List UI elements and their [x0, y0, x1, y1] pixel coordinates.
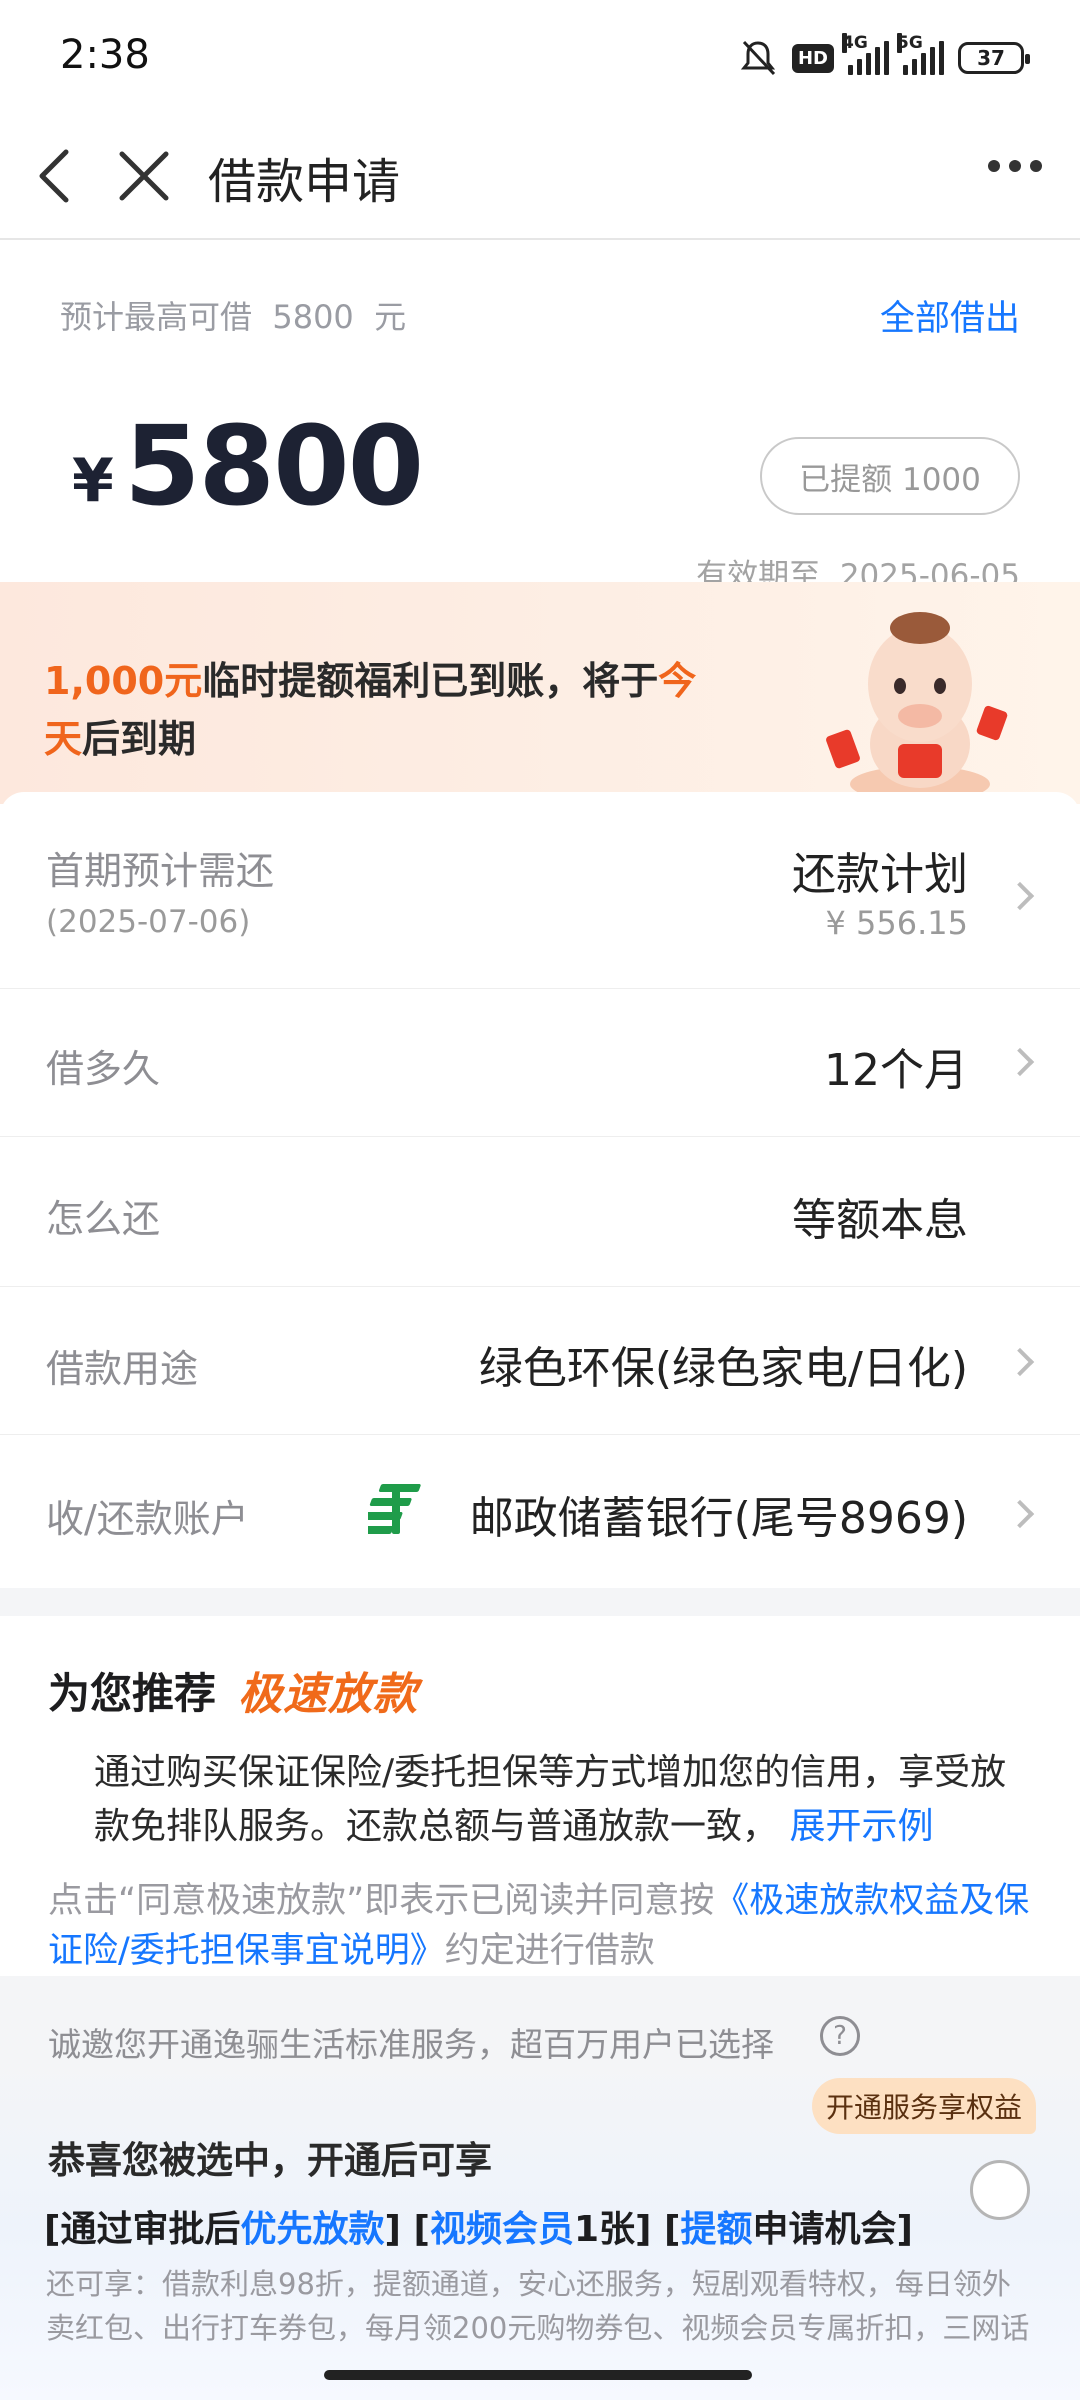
horse-mascot-icon	[826, 612, 1008, 802]
nav-bar: 借款申请	[0, 112, 1080, 240]
home-indicator[interactable]	[324, 2370, 752, 2380]
loan-details-card: 首期预计需还 (2025-07-06) 还款计划 ¥ 556.15 借多久 12…	[0, 792, 1080, 1588]
battery-icon: 37	[958, 42, 1030, 74]
raised-limit-badge[interactable]: 已提额 1000	[760, 437, 1020, 515]
mute-bell-icon	[740, 40, 776, 76]
repayment-plan-link[interactable]: 还款计划	[792, 838, 968, 902]
section-divider	[0, 1588, 1080, 1616]
recommend-title: 为您推荐	[48, 1669, 217, 1718]
chevron-right-icon	[1005, 881, 1035, 911]
service-invite-text: 诚邀您开通逸骊生活标准服务，超百万用户已选择	[48, 2025, 774, 2064]
repay-method-label: 怎么还	[46, 1197, 161, 1241]
term-row[interactable]: 借多久 12个月	[0, 988, 1080, 1137]
selected-title: 恭喜您被选中，开通后可享	[48, 2139, 492, 2182]
first-repayment-amount: ¥ 556.15	[825, 904, 969, 942]
first-repayment-date: (2025-07-06)	[46, 904, 251, 940]
postal-bank-logo-icon	[368, 1484, 421, 1534]
loan-purpose-row[interactable]: 借款用途 绿色环保(绿色家电/日化)	[0, 1286, 1080, 1435]
page-title: 借款申请	[208, 154, 401, 210]
status-time: 2:38	[60, 32, 150, 78]
first-repayment-label: 首期预计需还	[46, 849, 275, 893]
extra-benefits-text: 还可享：借款利息98折，提额通道，安心还服务，短剧观看特权，每日领外卖红包、出行…	[46, 2267, 1030, 2345]
loan-purpose-label: 借款用途	[46, 1347, 199, 1391]
first-repayment-row[interactable]: 首期预计需还 (2025-07-06) 还款计划 ¥ 556.15	[0, 792, 1080, 989]
chevron-right-icon	[1005, 1499, 1035, 1529]
term-value: 12个月	[824, 1045, 968, 1096]
account-row[interactable]: 收/还款账户 邮政储蓄银行(尾号8969)	[0, 1434, 1080, 1588]
hd-icon: HD	[791, 43, 834, 73]
loan-purpose-value: 绿色环保(绿色家电/日化)	[478, 1343, 968, 1394]
service-benefit-badge: 开通服务享权益	[812, 2078, 1036, 2134]
signal-5g-icon: 5G	[897, 33, 944, 75]
service-opt-in-radio[interactable]	[970, 2160, 1030, 2220]
back-icon[interactable]	[34, 146, 74, 206]
temp-limit-banner[interactable]: 1,000元临时提额福利已到账，将于今天后到期	[0, 582, 1080, 804]
borrow-all-button[interactable]: 全部借出	[880, 290, 1020, 341]
more-icon[interactable]	[988, 160, 1042, 172]
max-limit-hint: 预计最高可借 5800 元	[60, 298, 407, 336]
banner-text: 1,000元临时提额福利已到账，将于今天后到期	[44, 659, 697, 761]
repay-method-value: 等额本息	[792, 1195, 968, 1246]
agreement-text: 点击“同意极速放款”即表示已阅读并同意按《极速放款权益及保证险/委托担保事宜说明…	[48, 1881, 1030, 1971]
term-label: 借多久	[46, 1047, 161, 1091]
loan-amount-input[interactable]: 5800	[124, 402, 424, 530]
help-icon[interactable]: ?	[820, 2016, 860, 2056]
signal-4g-icon: 4G	[842, 33, 889, 75]
fast-loan-tag: 极速放款	[238, 1669, 418, 1720]
close-icon[interactable]	[114, 146, 174, 206]
chevron-right-icon	[1005, 1347, 1035, 1377]
account-label: 收/还款账户	[46, 1497, 249, 1541]
currency-symbol: ¥	[72, 446, 114, 516]
benefits-line: [通过审批后优先放款] [视频会员1张] [提额申请机会]	[44, 2209, 913, 2250]
repay-method-row: 怎么还 等额本息	[0, 1136, 1080, 1287]
account-value: 邮政储蓄银行(尾号8969)	[469, 1493, 968, 1544]
status-icons: HD 4G 5G 37	[738, 33, 1030, 80]
chevron-right-icon	[1005, 1047, 1035, 1077]
recommend-description: 通过购买保证保险/委托担保等方式增加您的信用，享受放款免排队服务。还款总额与普通…	[94, 1752, 1007, 1847]
expand-example-link[interactable]: 展开示例	[789, 1806, 933, 1847]
